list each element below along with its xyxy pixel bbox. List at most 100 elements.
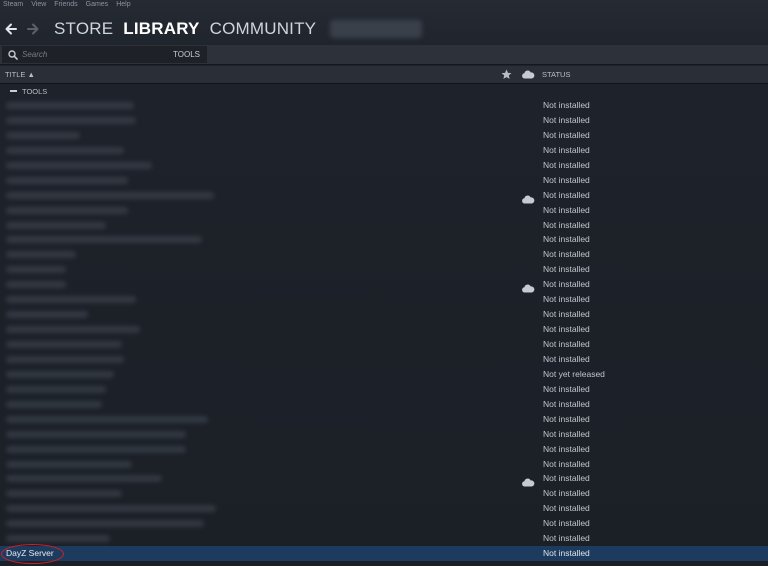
group-header-tools[interactable]: TOOLS [0, 84, 768, 99]
game-status: Not installed [543, 294, 590, 305]
game-row[interactable]: Not installed [0, 203, 768, 218]
status-column-header[interactable]: STATUS [542, 66, 570, 83]
game-title-redacted [6, 296, 136, 304]
game-row[interactable]: Not yet released [0, 367, 768, 382]
search-box[interactable]: TOOLS [2, 46, 207, 63]
game-row[interactable]: Not installed [0, 322, 768, 337]
game-title-redacted [6, 460, 132, 468]
game-row[interactable]: Not installed [0, 262, 768, 277]
game-row[interactable]: Not installed [0, 128, 768, 143]
game-status: Not installed [543, 488, 590, 499]
nav-bar: STORE LIBRARY COMMUNITY [0, 12, 768, 46]
menu-friends[interactable]: Friends [54, 0, 77, 10]
game-title-redacted [6, 490, 122, 498]
game-title-redacted [6, 400, 102, 408]
game-row[interactable]: Not installed [0, 471, 768, 487]
game-title-redacted [6, 176, 128, 184]
game-status: Not installed [543, 129, 590, 140]
game-row[interactable]: Not installed [0, 113, 768, 128]
game-title-redacted [6, 475, 162, 483]
game-title-redacted [6, 116, 136, 124]
nav-community[interactable]: COMMUNITY [210, 14, 317, 44]
game-status: Not installed [543, 398, 590, 409]
game-title-redacted [6, 341, 122, 348]
game-row[interactable]: Not installed [0, 442, 768, 457]
game-row[interactable]: Not installed [0, 531, 768, 546]
game-status: Not installed [543, 100, 590, 110]
game-row[interactable]: Not installed [0, 501, 768, 516]
search-icon [6, 48, 20, 62]
game-row[interactable]: Not installed [0, 457, 768, 472]
game-title-redacted [6, 251, 76, 259]
game-row[interactable]: Not installed [0, 143, 768, 158]
game-row[interactable]: Not installed [0, 382, 768, 397]
game-row[interactable]: Not installed [0, 486, 768, 501]
back-button[interactable] [0, 14, 22, 44]
game-status: Not installed [543, 428, 590, 439]
cloud-icon[interactable] [521, 70, 535, 81]
menu-games[interactable]: Games [86, 0, 109, 10]
game-title-redacted [6, 206, 128, 214]
game-status: Not installed [543, 189, 590, 200]
game-row[interactable]: Not installed [0, 232, 768, 247]
search-input[interactable] [22, 50, 142, 59]
game-status: Not installed [543, 264, 590, 275]
game-row[interactable]: Not installed [0, 427, 768, 442]
game-row[interactable]: Not installed [0, 352, 768, 367]
game-row[interactable]: Not installed [0, 188, 768, 204]
game-title-redacted [6, 355, 124, 363]
game-title-redacted [6, 266, 66, 274]
game-status: Not installed [543, 249, 590, 260]
back-arrow-icon [5, 23, 17, 35]
game-status: Not installed [543, 458, 590, 469]
game-status: Not installed [543, 548, 590, 559]
game-status: Not installed [543, 533, 590, 544]
game-title-redacted [6, 535, 110, 543]
favorite-star-icon[interactable] [501, 69, 512, 82]
game-title-redacted [6, 221, 106, 229]
game-title-redacted [6, 161, 152, 169]
game-row[interactable]: Not installed [0, 173, 768, 188]
game-status: Not installed [543, 234, 590, 245]
game-title-redacted [6, 281, 66, 289]
game-row[interactable]: Not installed [0, 292, 768, 307]
game-row[interactable]: Not installed [0, 247, 768, 262]
game-status: Not installed [543, 309, 590, 320]
game-row[interactable]: Not installed [0, 277, 768, 293]
game-title-redacted [6, 520, 204, 528]
menu-view[interactable]: View [31, 0, 46, 10]
game-row[interactable]: Not installed [0, 98, 768, 113]
game-row[interactable]: Not installed [0, 412, 768, 427]
game-row[interactable]: Not installed [0, 218, 768, 233]
game-title-redacted [6, 385, 106, 393]
game-title-redacted [6, 102, 134, 109]
nav-store[interactable]: STORE [54, 14, 113, 44]
filter-dropdown[interactable]: TOOLS [173, 46, 200, 63]
game-status: Not installed [543, 114, 590, 125]
game-row-selected[interactable]: DayZ Server Not installed [0, 546, 768, 562]
game-status: Not installed [543, 204, 590, 215]
menu-help[interactable]: Help [116, 0, 130, 10]
forward-button[interactable] [22, 14, 44, 44]
game-title-redacted [6, 236, 202, 244]
username-redacted[interactable] [330, 20, 423, 38]
game-status: Not installed [543, 219, 590, 230]
nav-library[interactable]: LIBRARY [123, 14, 199, 44]
game-title-redacted [6, 311, 88, 319]
title-column-header[interactable]: TITLE ▲ [5, 66, 35, 83]
game-status: Not installed [543, 518, 590, 529]
steam-window: Steam View Friends Games Help STORE LIBR… [0, 0, 768, 566]
game-title-redacted [6, 370, 114, 378]
game-row[interactable]: Not installed [0, 337, 768, 352]
game-row[interactable]: Not installed [0, 516, 768, 531]
game-status: Not installed [543, 339, 590, 349]
game-row[interactable]: Not installed [0, 307, 768, 322]
menu-steam[interactable]: Steam [3, 0, 23, 10]
game-status: Not installed [543, 413, 590, 424]
collapse-minus-icon[interactable] [10, 90, 17, 92]
game-status: Not yet released [543, 368, 605, 379]
game-status: Not installed [543, 503, 590, 514]
game-row[interactable]: Not installed [0, 397, 768, 412]
game-title: DayZ Server [6, 548, 54, 559]
game-row[interactable]: Not installed [0, 158, 768, 173]
